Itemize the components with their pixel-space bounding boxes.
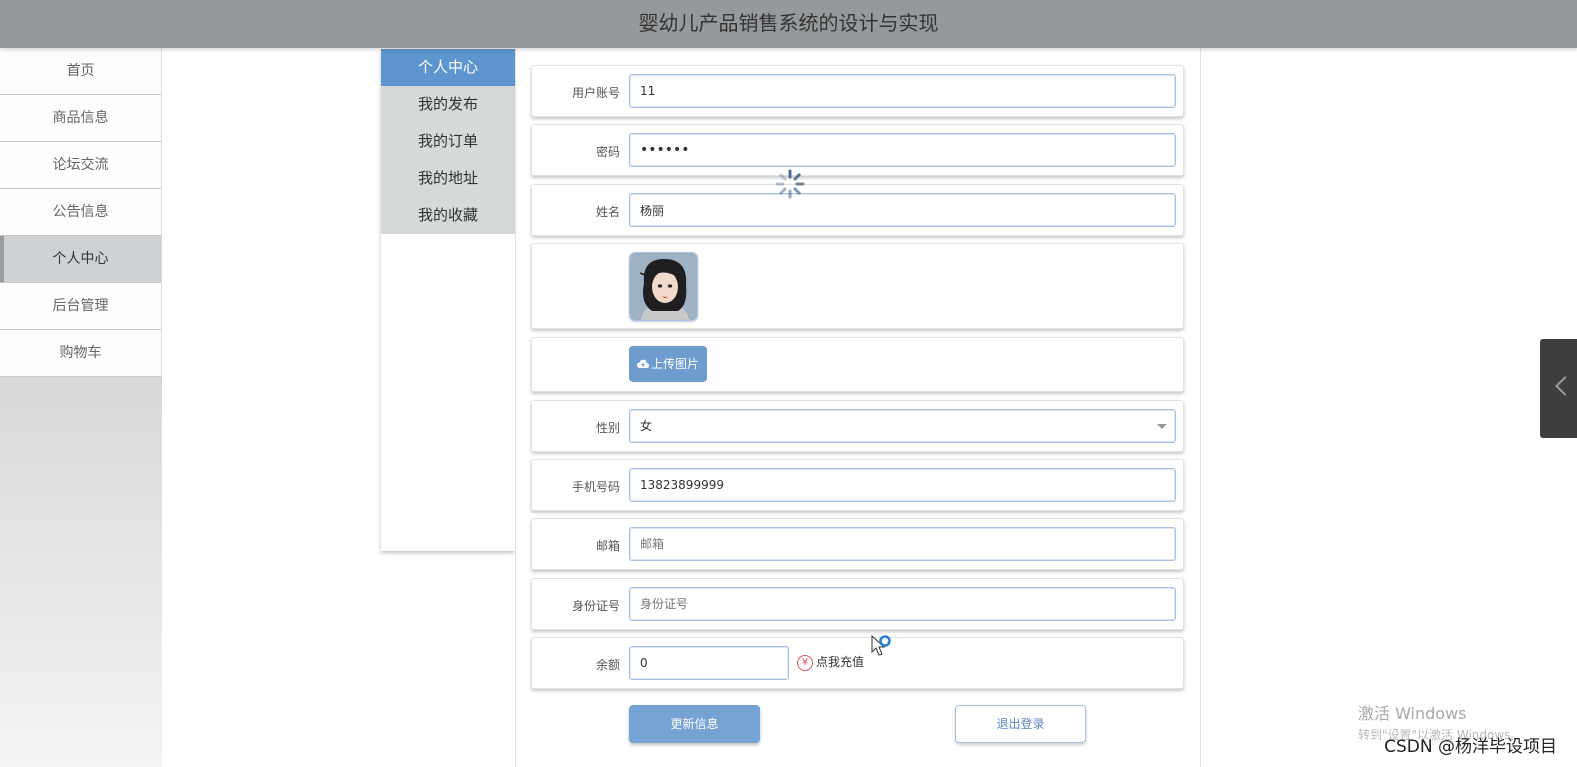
nav-item-label: 首页 <box>66 63 95 79</box>
subnav-item-my-posts[interactable]: 我的发布 <box>381 86 515 123</box>
chevron-left-icon <box>1555 376 1575 396</box>
nav-item-home[interactable]: 首页 <box>0 48 162 95</box>
loading-spinner-icon <box>774 168 806 200</box>
csdn-watermark: CSDN @杨洋毕设项目 <box>1384 737 1557 757</box>
subnav-item-label: 个人中心 <box>417 58 478 76</box>
subnav-item-profile[interactable]: 个人中心 <box>381 49 515 86</box>
subnav-item-label: 我的订单 <box>417 132 478 150</box>
password-label: 密码 <box>595 145 620 159</box>
profile-sub-nav: 个人中心 我的发布 我的订单 我的地址 我的收藏 <box>381 49 515 551</box>
form-row-balance: 余额 ¥点我充值 <box>531 637 1184 689</box>
user-avatar-image <box>629 252 698 321</box>
logout-label: 退出登录 <box>996 717 1045 731</box>
subnav-item-label: 我的地址 <box>417 169 478 187</box>
account-label: 用户账号 <box>571 86 620 100</box>
form-row-upload: 上传图片 <box>531 337 1184 392</box>
nav-item-label: 论坛交流 <box>52 157 109 173</box>
form-row-phone: 手机号码 <box>531 459 1184 511</box>
nav-item-label: 商品信息 <box>52 110 109 126</box>
logout-button[interactable]: 退出登录 <box>955 705 1086 743</box>
form-row-idcard: 身份证号 <box>531 578 1184 630</box>
subnav-item-my-orders[interactable]: 我的订单 <box>381 123 515 160</box>
subnav-item-label: 我的发布 <box>417 95 478 113</box>
form-row-account: 用户账号 <box>531 65 1184 117</box>
yen-icon: ¥ <box>797 654 813 671</box>
nav-item-profile[interactable]: 个人中心 <box>0 236 162 283</box>
name-input[interactable] <box>629 193 1176 227</box>
main-nav: 首页 商品信息 论坛交流 公告信息 个人中心 后台管理 购物车 <box>0 48 162 767</box>
email-input[interactable] <box>629 527 1176 561</box>
form-row-avatar <box>531 243 1184 329</box>
form-row-email: 邮箱 <box>531 518 1184 570</box>
nav-item-products[interactable]: 商品信息 <box>0 95 162 142</box>
cloud-upload-icon <box>636 347 649 383</box>
phone-input[interactable] <box>629 468 1176 502</box>
update-info-label: 更新信息 <box>670 717 719 731</box>
name-label: 姓名 <box>595 205 620 219</box>
nav-item-admin[interactable]: 后台管理 <box>0 283 162 330</box>
subnav-item-my-address[interactable]: 我的地址 <box>381 160 515 197</box>
mouse-cursor-icon <box>870 634 896 660</box>
subnav-item-my-favorites[interactable]: 我的收藏 <box>381 197 515 234</box>
chevron-down-icon <box>1157 424 1167 429</box>
gender-selected-value: 女 <box>640 419 653 433</box>
upload-image-button[interactable]: 上传图片 <box>629 346 707 382</box>
app-title-bar: 婴幼儿产品销售系统的设计与实现 <box>0 0 1577 48</box>
nav-item-label: 后台管理 <box>52 298 109 314</box>
nav-item-forum[interactable]: 论坛交流 <box>0 142 162 189</box>
windows-watermark-title: 激活 Windows <box>1358 704 1467 723</box>
form-row-gender: 性别 女 <box>531 400 1184 452</box>
password-input[interactable] <box>629 133 1176 167</box>
idcard-label: 身份证号 <box>571 599 620 613</box>
phone-label: 手机号码 <box>571 480 620 494</box>
idcard-input[interactable] <box>629 587 1176 621</box>
app-title: 婴幼儿产品销售系统的设计与实现 <box>638 11 939 35</box>
account-input[interactable] <box>629 74 1176 108</box>
recharge-label: 点我充值 <box>816 655 865 669</box>
form-row-password: 密码 <box>531 124 1184 176</box>
side-panel-toggle[interactable] <box>1540 339 1577 438</box>
balance-input[interactable] <box>629 646 789 680</box>
nav-item-cart[interactable]: 购物车 <box>0 330 162 377</box>
form-row-name: 姓名 <box>531 184 1184 236</box>
update-info-button[interactable]: 更新信息 <box>629 705 760 743</box>
nav-item-label: 购物车 <box>59 345 102 361</box>
subnav-item-label: 我的收藏 <box>417 206 478 224</box>
email-label: 邮箱 <box>595 539 620 553</box>
nav-item-label: 个人中心 <box>52 251 109 267</box>
nav-item-label: 公告信息 <box>52 204 109 220</box>
balance-label: 余额 <box>595 658 620 672</box>
upload-image-label: 上传图片 <box>650 357 699 371</box>
gender-label: 性别 <box>595 421 620 435</box>
recharge-link[interactable]: ¥ 点我充值 <box>797 653 864 671</box>
nav-item-announcements[interactable]: 公告信息 <box>0 189 162 236</box>
gender-select[interactable]: 女 <box>629 409 1176 443</box>
